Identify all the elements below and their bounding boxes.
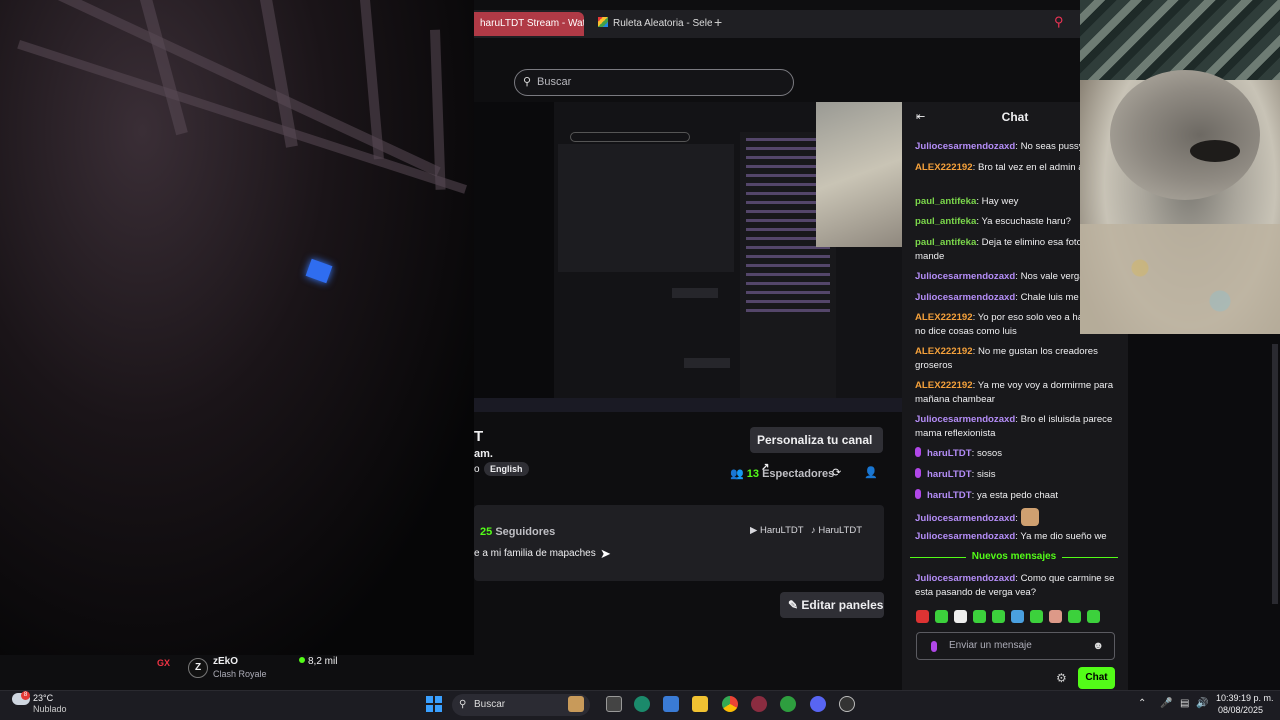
chat-message: haruLTDT: sisis: [915, 468, 1120, 482]
stream-title: am.: [474, 448, 493, 460]
steam-icon[interactable]: [839, 696, 855, 712]
broadcaster-badge-icon: [915, 489, 921, 499]
about-panel: [474, 505, 884, 581]
mic-icon: [931, 641, 937, 652]
chevron-up-icon[interactable]: ⌃: [1138, 698, 1146, 709]
chat-settings-gear-icon[interactable]: ⚙: [1056, 671, 1067, 685]
chat-message: Juliocesarmendozaxd: Como que carmine se…: [915, 573, 1115, 598]
chat-message: Juliocesarmendozaxd: Ya me dio sueño we: [915, 531, 1107, 542]
weather-temperature[interactable]: 23°C: [33, 693, 53, 703]
viewers-icon: 👥: [730, 468, 744, 480]
volume-icon[interactable]: 🔊: [1196, 698, 1208, 709]
network-icon[interactable]: ▤: [1180, 698, 1189, 709]
channel-name: T: [474, 428, 484, 445]
customize-channel-button[interactable]: Personaliza tu canal ↗: [750, 427, 883, 473]
cat-icon: [568, 696, 584, 712]
youtube-icon: ▶: [750, 525, 758, 536]
viewer-count: 👥 13 Espectadores: [730, 468, 835, 480]
search-input[interactable]: ⚲ Buscar: [514, 69, 794, 96]
category-fragment: o: [474, 464, 480, 475]
chat-message: haruLTDT: sosos: [915, 447, 1120, 461]
chrome-icon[interactable]: [722, 696, 738, 712]
discord-icon[interactable]: [810, 696, 826, 712]
pencil-icon: ✎: [788, 598, 799, 612]
tab-ruleta-aleatoria[interactable]: Ruleta Aleatoria - Selector: [592, 12, 712, 36]
tiktok-link[interactable]: ♪ HaruLTDT: [811, 525, 862, 536]
app-icon[interactable]: [634, 696, 650, 712]
windows-start-icon[interactable]: [426, 696, 442, 712]
mic-icon[interactable]: 🎤: [1160, 698, 1172, 709]
task-view-icon[interactable]: [606, 696, 622, 712]
top-nav: [474, 38, 1080, 62]
live-dot-icon: [299, 657, 305, 663]
live-viewer-count: 8,2 mil: [299, 656, 337, 667]
tiktok-icon: ♪: [811, 525, 816, 536]
language-tag[interactable]: English: [484, 462, 529, 476]
weather-description[interactable]: Nublado: [33, 704, 67, 714]
blue-light: [305, 258, 333, 284]
chat-message: ALEX222192: No me gustan los creadores g…: [915, 346, 1098, 371]
broadcaster-badge-icon: [915, 468, 921, 478]
edit-panels-button[interactable]: ✎ Editar paneles: [780, 592, 884, 618]
chat-message: Juliocesarmendozaxd: Bro el isluisda par…: [915, 414, 1113, 439]
search-icon[interactable]: ⚲: [1054, 14, 1064, 30]
gx-label: GX: [157, 658, 171, 668]
weather-badge: 8: [21, 691, 30, 700]
youtube-link[interactable]: ▶ HaruLTDT: [750, 525, 804, 536]
tab-haruLTDT-stream[interactable]: haruLTDT Stream - Watc: [474, 12, 584, 36]
file-explorer-icon[interactable]: [692, 696, 708, 712]
clock-time[interactable]: 10:39:19 p. m.: [1216, 693, 1274, 703]
chat-message: ALEX222192: Ya me voy voy a dormirme par…: [915, 380, 1114, 405]
search-icon: ⚲: [459, 699, 467, 710]
opera-gx-icon[interactable]: [751, 696, 767, 712]
about-text: e a mi familia de mapaches: [474, 548, 596, 559]
clock-date[interactable]: 08/08/2025: [1218, 705, 1263, 715]
new-messages-divider[interactable]: Nuevos mensajes: [910, 551, 1118, 565]
store-icon[interactable]: [663, 696, 679, 712]
ruleta-favicon-icon: [598, 17, 608, 27]
webcam-overlay-raccoon: [1080, 0, 1280, 334]
avatar[interactable]: Z: [188, 658, 208, 678]
webcam-overlay-left: [0, 0, 474, 655]
background-area: [1128, 334, 1280, 690]
streamer-game: Clash Royale: [213, 669, 267, 679]
recommended-stream-strip: [0, 655, 902, 690]
emoji-icon[interactable]: ☻: [1092, 633, 1104, 659]
mouse-cursor-icon: ➤: [600, 546, 611, 561]
follow-user-icon[interactable]: 👤: [864, 466, 878, 479]
chat-message-input[interactable]: Enviar un mensaje ☻: [916, 632, 1115, 660]
chat-message: haruLTDT: ya esta pedo chaat: [915, 489, 1120, 503]
follower-count: 25 Seguidores: [480, 526, 556, 538]
share-icon[interactable]: ⟳: [832, 466, 841, 479]
search-icon: ⚲: [523, 76, 532, 88]
stream-video-player[interactable]: [474, 102, 902, 412]
streamer-name[interactable]: zEkO: [213, 656, 238, 667]
send-chat-button[interactable]: Chat: [1078, 667, 1115, 689]
new-tab-button[interactable]: +: [714, 14, 722, 30]
emote-quick-bar[interactable]: [916, 610, 1116, 626]
emote-image-icon: [1020, 508, 1039, 526]
broadcaster-badge-icon: [915, 447, 921, 457]
chat-message: Juliocesarmendozaxd:: [915, 508, 1120, 526]
xbox-icon[interactable]: [780, 696, 796, 712]
